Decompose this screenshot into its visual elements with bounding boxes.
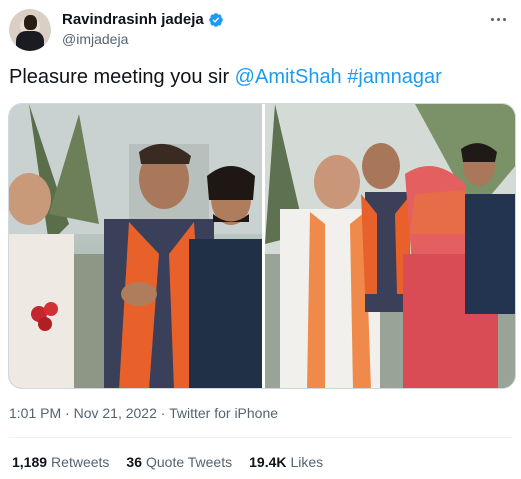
quotes-count: 36 bbox=[126, 454, 142, 470]
avatar-head bbox=[24, 15, 37, 30]
avatar-body bbox=[16, 31, 44, 51]
retweets-label: Retweets bbox=[51, 454, 110, 470]
more-dot bbox=[490, 17, 494, 21]
photo-right[interactable] bbox=[265, 104, 515, 388]
tweet-card: Ravindrasinh jadeja @imjadeja Pleasure m… bbox=[0, 0, 521, 479]
retweets-stat[interactable]: 1,189 Retweets bbox=[12, 454, 109, 470]
quote-tweets-stat[interactable]: 36 Quote Tweets bbox=[126, 454, 232, 470]
retweets-count: 1,189 bbox=[12, 454, 48, 470]
hashtag-link[interactable]: #jamnagar bbox=[347, 66, 442, 88]
tweet-text-body: Pleasure meeting you sir bbox=[9, 66, 235, 88]
tweet-source[interactable]: Twitter for iPhone bbox=[169, 405, 278, 421]
likes-label: Likes bbox=[290, 454, 324, 470]
tweet-time[interactable]: 1:01 PM bbox=[9, 405, 61, 421]
likes-count: 19.4K bbox=[249, 454, 287, 470]
tweet-date[interactable]: Nov 21, 2022 bbox=[74, 405, 157, 421]
tweet-text: Pleasure meeting you sir @AmitShah #jamn… bbox=[9, 66, 442, 89]
more-dot bbox=[496, 17, 500, 21]
author-name[interactable]: Ravindrasinh jadeja bbox=[62, 11, 204, 28]
meta-separator: · bbox=[61, 405, 74, 421]
tweet-meta: 1:01 PM · Nov 21, 2022 · Twitter for iPh… bbox=[9, 405, 278, 421]
meta-separator: · bbox=[156, 405, 170, 421]
likes-stat[interactable]: 19.4K Likes bbox=[249, 454, 323, 470]
tweet-media[interactable] bbox=[8, 103, 516, 389]
more-dot bbox=[502, 17, 506, 21]
author-avatar[interactable] bbox=[9, 9, 51, 51]
photo-left-illustration bbox=[9, 104, 262, 388]
tweet-stats: 1,189 Retweets 36 Quote Tweets 19.4K Likes bbox=[12, 454, 340, 470]
photo-left[interactable] bbox=[9, 104, 262, 388]
photo-right-illustration bbox=[265, 104, 515, 388]
mention-link[interactable]: @AmitShah bbox=[235, 66, 342, 88]
more-options-icon[interactable] bbox=[487, 12, 509, 26]
quotes-label: Quote Tweets bbox=[145, 454, 233, 470]
author-handle[interactable]: @imjadeja bbox=[62, 31, 128, 47]
verified-badge-icon bbox=[208, 12, 223, 27]
author-name-row: Ravindrasinh jadeja bbox=[62, 11, 224, 28]
divider bbox=[9, 437, 512, 438]
